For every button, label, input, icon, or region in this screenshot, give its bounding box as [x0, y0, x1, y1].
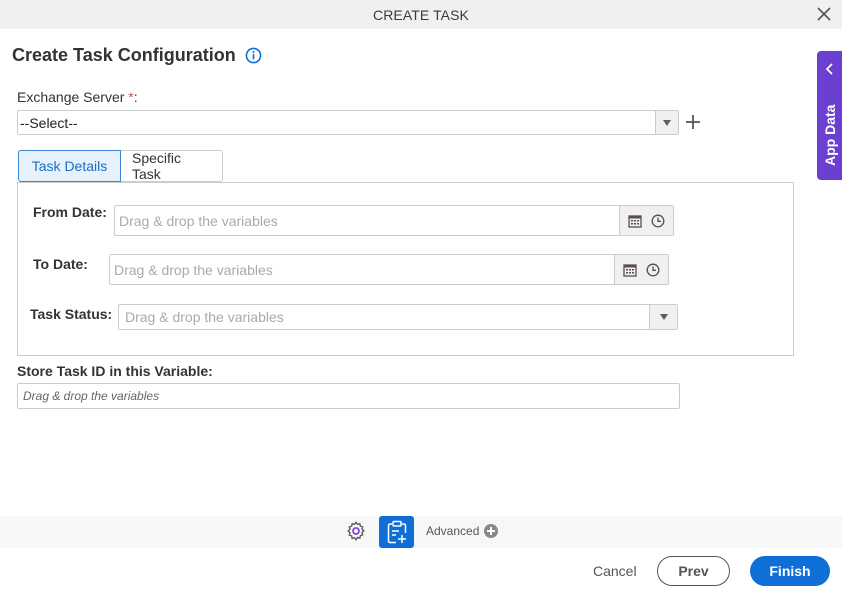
to-date-input[interactable]: Drag & drop the variables: [109, 254, 669, 285]
task-clipboard-button[interactable]: [379, 516, 414, 548]
clock-icon[interactable]: [651, 214, 665, 228]
advanced-toggle[interactable]: Advanced: [426, 524, 499, 538]
page-title: Create Task Configuration: [12, 45, 236, 65]
to-date-buttons: [614, 255, 668, 284]
gear-icon[interactable]: [345, 520, 367, 542]
task-status-dropdown[interactable]: Drag & drop the variables: [118, 304, 678, 330]
calendar-icon[interactable]: [628, 214, 642, 228]
clipboard-add-icon: [387, 520, 406, 544]
app-data-label: App Data: [822, 104, 838, 166]
dialog-titlebar: CREATE TASK: [0, 0, 842, 29]
store-task-id-label: Store Task ID in this Variable:: [17, 363, 213, 379]
clock-icon[interactable]: [646, 263, 660, 277]
tab-task-details[interactable]: Task Details: [18, 150, 121, 182]
bottom-toolbar: [0, 516, 842, 548]
from-date-label: From Date:: [33, 204, 107, 220]
advanced-label: Advanced: [426, 524, 480, 538]
info-icon[interactable]: [245, 47, 262, 64]
page-heading: Create Task Configuration: [12, 45, 262, 66]
close-icon[interactable]: [816, 6, 832, 22]
task-status-placeholder: Drag & drop the variables: [125, 309, 284, 325]
cancel-button[interactable]: Cancel: [593, 563, 637, 579]
dropdown-arrow[interactable]: [655, 111, 678, 134]
tab-specific-task[interactable]: Specific Task: [121, 150, 223, 182]
plus-circle-icon: [484, 524, 499, 538]
dropdown-arrow[interactable]: [649, 305, 677, 329]
finish-button[interactable]: Finish: [750, 556, 830, 586]
label-colon: :: [133, 89, 138, 105]
exchange-server-label-text: Exchange Server: [17, 89, 125, 105]
to-date-placeholder: Drag & drop the variables: [114, 262, 273, 278]
task-status-label: Task Status:: [30, 306, 113, 322]
from-date-input[interactable]: Drag & drop the variables: [114, 205, 674, 236]
to-date-label: To Date:: [33, 256, 88, 272]
from-date-placeholder: Drag & drop the variables: [119, 213, 278, 229]
tab-bar: Task Details Specific Task: [18, 150, 223, 182]
caret-down-icon: [659, 314, 668, 320]
exchange-server-label: Exchange Server *:: [17, 89, 138, 105]
dialog-title: CREATE TASK: [372, 6, 469, 23]
chevron-left-icon: [825, 63, 833, 75]
store-task-id-placeholder: Drag & drop the variables: [23, 389, 160, 403]
app-data-panel-toggle[interactable]: App Data: [817, 51, 842, 180]
store-task-id-input[interactable]: Drag & drop the variables: [17, 383, 680, 409]
add-exchange-server-icon[interactable]: [684, 113, 702, 131]
exchange-server-select[interactable]: --Select--: [17, 110, 679, 135]
exchange-server-selected: --Select--: [20, 115, 78, 131]
prev-button[interactable]: Prev: [657, 556, 730, 586]
caret-down-icon: [663, 119, 671, 126]
from-date-buttons: [619, 206, 673, 235]
calendar-icon[interactable]: [623, 263, 637, 277]
